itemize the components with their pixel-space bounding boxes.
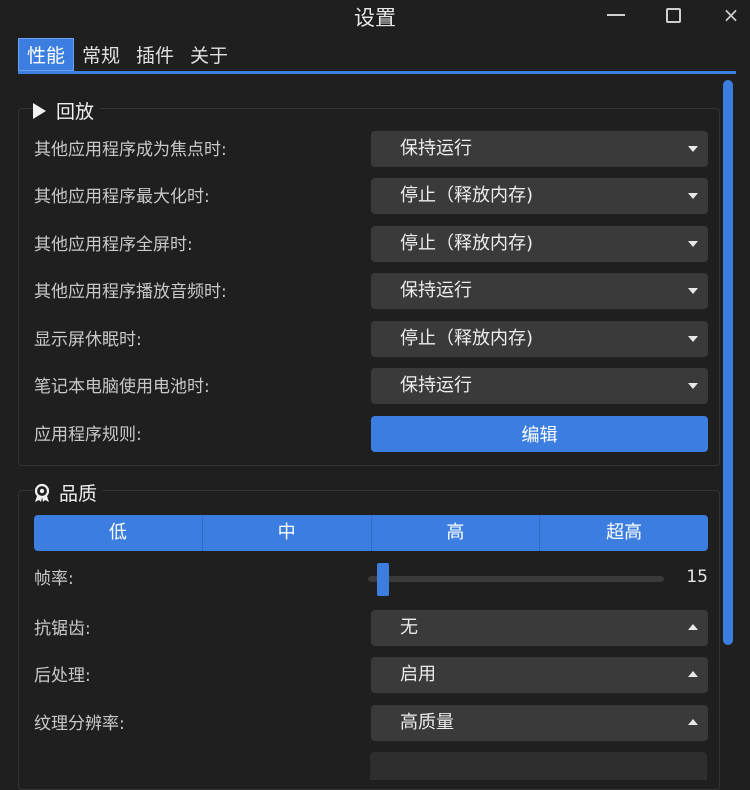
edit-rules-button[interactable]: 编辑 xyxy=(371,416,708,452)
preset-medium[interactable]: 中 xyxy=(203,515,372,551)
setting-label: 显示屏休眠时: xyxy=(34,330,142,350)
setting-label: 其他应用程序成为焦点时: xyxy=(34,140,227,160)
quality-header: 品质 xyxy=(33,479,104,506)
select-value: 停止（释放内存) xyxy=(400,233,534,254)
setting-row-texture-resolution: 纹理分辨率: 高质量 xyxy=(34,705,708,743)
display-sleep-select[interactable]: 停止（释放内存) xyxy=(371,321,708,357)
maximized-select[interactable]: 停止（释放内存) xyxy=(371,178,708,214)
playback-header: 回放 xyxy=(33,97,101,124)
chevron-up-icon xyxy=(688,719,698,725)
antialiasing-select[interactable]: 无 xyxy=(371,610,708,646)
setting-label: 纹理分辨率: xyxy=(34,714,125,734)
setting-label: 笔记本电脑使用电池时: xyxy=(34,377,210,397)
tab-general[interactable]: 常规 xyxy=(74,38,128,71)
award-icon xyxy=(34,483,50,502)
framerate-slider-track[interactable] xyxy=(368,576,664,582)
playback-title: 回放 xyxy=(56,101,95,123)
setting-label: 应用程序规则: xyxy=(34,425,142,445)
preset-low[interactable]: 低 xyxy=(34,515,203,551)
preset-ultra[interactable]: 超高 xyxy=(540,515,708,551)
setting-row-postprocessing: 后处理: 启用 xyxy=(34,657,708,695)
setting-row-battery: 笔记本电脑使用电池时: 保持运行 xyxy=(34,368,708,406)
framerate-slider-handle[interactable] xyxy=(377,563,389,596)
chevron-down-icon xyxy=(688,193,698,199)
select-value: 高质量 xyxy=(400,712,454,733)
next-select-partial[interactable] xyxy=(370,752,707,780)
focus-select[interactable]: 保持运行 xyxy=(371,131,708,167)
minimize-button[interactable] xyxy=(594,0,638,30)
chevron-down-icon xyxy=(688,288,698,294)
chevron-up-icon xyxy=(688,671,698,677)
maximize-icon xyxy=(665,7,681,23)
tab-underline xyxy=(18,71,736,74)
setting-label: 抗锯齿: xyxy=(34,619,91,639)
framerate-value: 15 xyxy=(686,567,708,587)
setting-row-antialiasing: 抗锯齿: 无 xyxy=(34,610,708,648)
setting-row-maximized: 其他应用程序最大化时: 停止（释放内存) xyxy=(34,178,708,216)
quality-preset-selector: 低 中 高 超高 xyxy=(34,515,708,551)
play-icon xyxy=(33,102,46,119)
preset-high[interactable]: 高 xyxy=(372,515,541,551)
audio-select[interactable]: 保持运行 xyxy=(371,273,708,309)
texture-resolution-select[interactable]: 高质量 xyxy=(371,705,708,741)
setting-label: 后处理: xyxy=(34,666,91,686)
fullscreen-select[interactable]: 停止（释放内存) xyxy=(371,226,708,262)
setting-row-display-sleep: 显示屏休眠时: 停止（释放内存) xyxy=(34,321,708,359)
select-value: 保持运行 xyxy=(400,375,472,396)
tab-about[interactable]: 关于 xyxy=(182,38,236,71)
setting-row-audio: 其他应用程序播放音频时: 保持运行 xyxy=(34,273,708,311)
vertical-scrollbar[interactable] xyxy=(723,80,733,645)
chevron-down-icon xyxy=(688,336,698,342)
setting-row-focus: 其他应用程序成为焦点时: 保持运行 xyxy=(34,131,708,169)
select-value: 停止（释放内存) xyxy=(400,185,534,206)
select-value: 保持运行 xyxy=(400,138,472,159)
select-value: 保持运行 xyxy=(400,280,472,301)
chevron-down-icon xyxy=(688,146,698,152)
battery-select[interactable]: 保持运行 xyxy=(371,368,708,404)
setting-row-fullscreen: 其他应用程序全屏时: 停止（释放内存) xyxy=(34,226,708,264)
maximize-button[interactable] xyxy=(651,0,695,30)
setting-label: 帧率: xyxy=(34,569,74,589)
chevron-down-icon xyxy=(688,241,698,247)
title-bar: 设置 × xyxy=(0,0,750,34)
close-icon: × xyxy=(722,3,740,27)
select-value: 无 xyxy=(400,617,418,638)
select-value: 停止（释放内存) xyxy=(400,328,534,349)
setting-label: 其他应用程序播放音频时: xyxy=(34,282,227,302)
setting-label: 其他应用程序全屏时: xyxy=(34,235,193,255)
setting-label: 其他应用程序最大化时: xyxy=(34,187,210,207)
tab-performance[interactable]: 性能 xyxy=(18,38,75,71)
chevron-down-icon xyxy=(688,383,698,389)
select-value: 启用 xyxy=(400,664,436,685)
quality-title: 品质 xyxy=(59,483,98,505)
tab-plugins[interactable]: 插件 xyxy=(128,38,182,71)
chevron-up-icon xyxy=(688,624,698,630)
minimize-icon xyxy=(607,14,625,16)
postprocessing-select[interactable]: 启用 xyxy=(371,657,708,693)
setting-row-app-rules: 应用程序规则: 编辑 xyxy=(34,416,708,454)
tab-bar: 性能 常规 插件 关于 xyxy=(18,38,236,72)
close-button[interactable]: × xyxy=(709,0,750,30)
